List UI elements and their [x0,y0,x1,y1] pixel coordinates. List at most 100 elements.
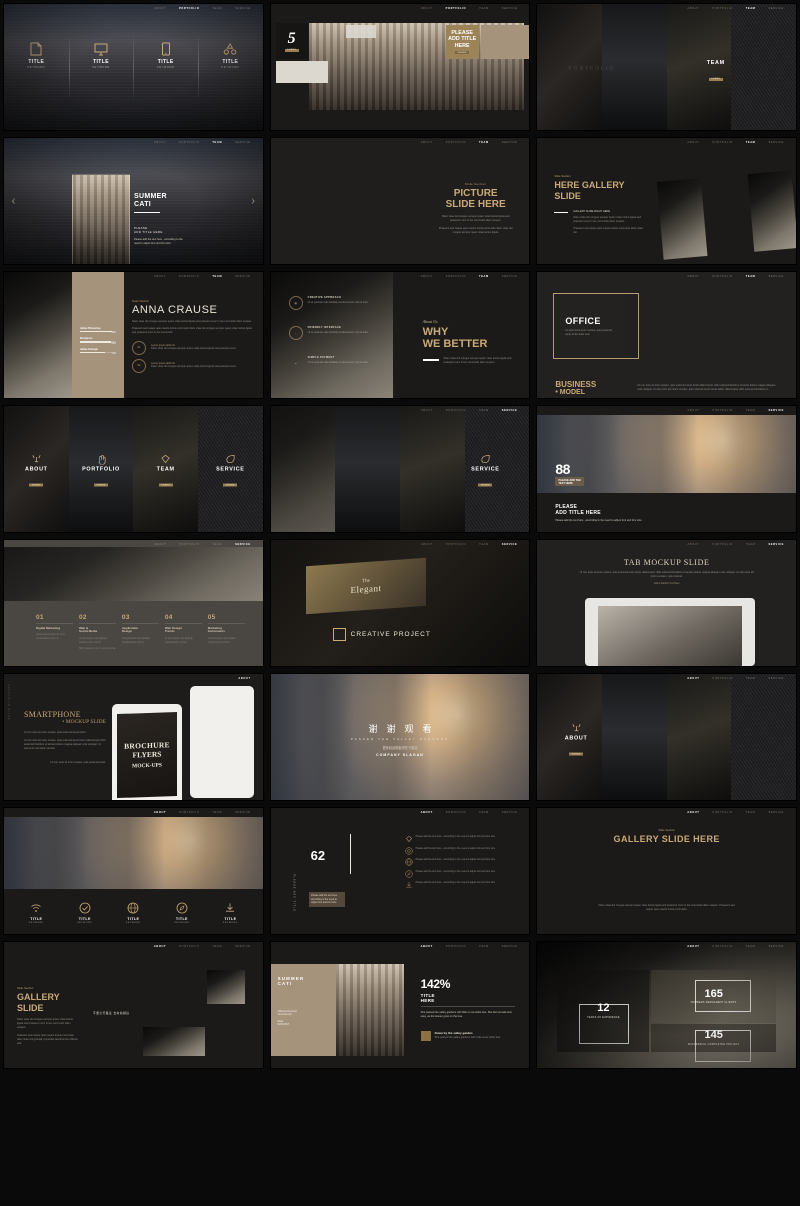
nav-service[interactable]: SERVICE [235,275,251,278]
feature-item[interactable]: TITLE KEYWORD [4,42,69,69]
feature-item[interactable]: TITLE KEYWORD [69,42,134,69]
share-chip[interactable]: SHARE [93,483,109,487]
share-chip[interactable]: SHARE [455,51,470,55]
stat-card[interactable]: 145 SUCCESSFUL COMPLETED PROJECT [651,1024,776,1062]
slide-stats-numbers[interactable]: ABOUT PORTFOLIO TEAM SERVICE 12 YEARS OF… [536,941,797,1069]
slide-thank-you[interactable]: 谢谢观看 PASSED THE VALLEY GARDENS 更多精品模板尽在下… [269,673,531,801]
nav-portfolio[interactable]: PORTFOLIO [179,543,199,546]
nav-portfolio[interactable]: PORTFOLIO [712,677,732,680]
nav-service[interactable]: SERVICE [235,811,251,814]
nav-team[interactable]: TEAM [746,945,756,948]
nav-team[interactable]: TEAM [479,141,489,144]
nav-portfolio[interactable]: PORTFOLIO [446,275,466,278]
prev-arrow[interactable]: ‹ [11,193,16,210]
slide-infographic-62[interactable]: ABOUT PORTFOLIO TEAM SERVICE PLEASE ADD … [269,807,531,935]
service-item[interactable]: 05 Marketing Instruments Ut at pulvinar … [207,614,245,650]
nav-service[interactable]: SERVICE [235,141,251,144]
service-item[interactable]: 01 Digital Marketing Lorem ipsum dolor s… [36,614,73,650]
nav-about[interactable]: ABOUT [421,275,433,278]
slide-picture[interactable]: ABOUT PORTFOLIO TEAM SERVICE Slide Secti… [269,137,531,265]
nav-team[interactable]: TEAM [746,275,756,278]
nav-portfolio[interactable]: PORTFOLIO [712,811,732,814]
nav-about[interactable]: ABOUT [421,543,433,546]
nav-service[interactable]: SERVICE [768,543,784,546]
nav-about[interactable]: ABOUT [238,677,250,680]
nav-service[interactable]: SERVICE [502,275,518,278]
category-item[interactable]: ABOUT SHARE [4,406,69,532]
slide-photo-grid-five[interactable]: ABOUT PORTFOLIO TEAM SERVICE 5 SHARE PLE… [269,3,531,131]
stat-card[interactable]: 12 YEARS OF EXPIRIENCE [557,970,650,1052]
nav-team[interactable]: TEAM [746,677,756,680]
nav-about[interactable]: ABOUT [154,275,166,278]
nav-about[interactable]: ABOUT [421,7,433,10]
nav-service[interactable]: SERVICE [768,409,784,412]
service-item[interactable]: 04 Web Design Trends Ut at pulvinar odio… [164,614,202,650]
nav-about[interactable]: ABOUT [421,141,433,144]
nav-portfolio[interactable]: PORTFOLIO [446,945,466,948]
nav-service[interactable]: SERVICE [502,141,518,144]
nav-about[interactable]: ABOUT [154,945,166,948]
share-chip[interactable]: SHARE [284,48,299,52]
slide-city-88[interactable]: ABOUT PORTFOLIO TEAM SERVICE 88 PLEASE A… [536,405,797,533]
nav-team[interactable]: TEAM [479,811,489,814]
nav-service[interactable]: SERVICE [768,945,784,948]
nav-about[interactable]: ABOUT [421,409,433,412]
nav-portfolio[interactable]: PORTFOLIO [179,945,199,948]
nav-team[interactable]: TEAM [213,543,223,546]
share-chip[interactable]: SHARE [569,752,584,756]
nav-about[interactable]: ABOUT [687,141,699,144]
nav-about[interactable]: ABOUT [687,7,699,10]
slide-here-gallery[interactable]: ABOUT PORTFOLIO TEAM SERVICE Slide Secti… [536,137,797,265]
nav-service[interactable]: SERVICE [502,945,518,948]
nav-portfolio[interactable]: PORTFOLIO [446,141,466,144]
nav-portfolio[interactable]: PORTFOLIO [446,811,466,814]
slide-team-split[interactable]: ABOUT PORTFOLIO TEAM SERVICE PORTFOLIO T… [536,3,797,131]
info-row[interactable]: Please add the text here , according to … [405,881,516,889]
nav-about[interactable]: ABOUT [687,811,699,814]
category-item[interactable]: SERVICE SHARE [198,406,263,532]
slide-creative-project[interactable]: ABOUT PORTFOLIO TEAM SERVICE The Elegant… [269,539,531,667]
nav-service[interactable]: SERVICE [768,677,784,680]
share-chip[interactable]: SHARE [223,483,238,487]
nav-team[interactable]: TEAM [479,409,489,412]
stat-card[interactable]: 165 NUMBERS PERMANENT CLIENTS [651,970,776,1023]
share-chip[interactable]: SHARE [158,483,173,487]
share-chip[interactable]: SHARE [478,483,493,487]
nav-about[interactable]: ABOUT [688,543,700,546]
nav-service[interactable]: SERVICE [768,275,784,278]
category-item[interactable]: PORTFOLIO SHARE [69,406,134,532]
slide-why-we-better[interactable]: ABOUT PORTFOLIO TEAM SERVICE ▦ CREATIVE … [269,271,531,399]
nav-service[interactable]: SERVICE [502,811,518,814]
nav-team[interactable]: TEAM [479,7,489,10]
feature-item[interactable]: TITLE KEYWORD [206,902,255,924]
nav-about[interactable]: ABOUT [687,275,699,278]
nav-portfolio[interactable]: PORTFOLIO [446,409,466,412]
nav-service[interactable]: SERVICE [768,141,784,144]
nav-service[interactable]: SERVICE [502,7,518,10]
nav-about[interactable]: ABOUT [421,945,433,948]
nav-portfolio[interactable]: PORTFOLIO [712,945,732,948]
nav-team[interactable]: TEAM [213,7,223,10]
nav-service[interactable]: SERVICE [502,543,518,546]
nav-service[interactable]: SERVICE [235,543,251,546]
nav-about[interactable]: ABOUT [421,811,433,814]
slide-numbered-services[interactable]: ABOUT PORTFOLIO TEAM SERVICE 01 Digital … [3,539,264,667]
info-row[interactable]: Please add the text here , according to … [405,870,516,878]
nav-service[interactable]: SERVICE [235,7,251,10]
next-arrow[interactable]: › [251,193,256,210]
nav-team[interactable]: TEAM [746,543,756,546]
nav-portfolio[interactable]: PORTFOLIO [712,543,732,546]
category-item[interactable]: TEAM SHARE [133,406,198,532]
nav-team[interactable]: TEAM [213,811,223,814]
slide-gallery-here[interactable]: ABOUT PORTFOLIO TEAM SERVICE Slide Secti… [536,807,797,935]
nav-portfolio[interactable]: PORTFOLIO [446,7,467,10]
feature-item[interactable]: TITLE KEYWORD [133,42,198,69]
service-item[interactable]: 03 Application Design Ut at pulvinar odi… [121,614,159,650]
nav-about[interactable]: ABOUT [154,811,166,814]
slide-gallery[interactable]: ABOUT PORTFOLIO TEAM SERVICE Slide Secti… [3,941,264,1069]
nav-portfolio[interactable]: PORTFOLIO [712,7,732,10]
info-row[interactable]: Please add the text here , according to … [405,847,516,855]
nav-portfolio[interactable]: PORTFOLIO [712,141,732,144]
nav-about[interactable]: ABOUT [154,141,166,144]
nav-team[interactable]: TEAM [479,945,489,948]
